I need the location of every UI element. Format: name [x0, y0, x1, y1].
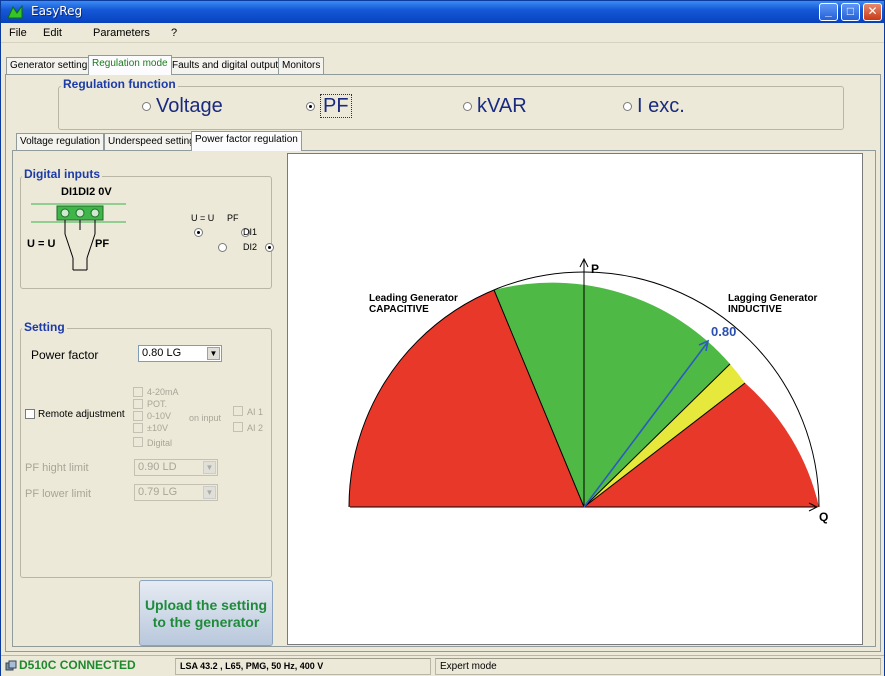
input-0-10v-label: 0-10V [147, 411, 172, 421]
tab-underspeed-setting[interactable]: Underspeed setting [104, 133, 199, 151]
input-4-20ma-label: 4-20mA [147, 387, 179, 397]
pf-diagram-panel: P Q Leading Generator CAPACITIVE Lagging… [287, 153, 863, 645]
input-pot-checkbox[interactable] [133, 399, 143, 409]
ai2-checkbox[interactable] [233, 422, 243, 432]
tab-power-factor-regulation[interactable]: Power factor regulation [191, 131, 302, 151]
on-input-label: on input [189, 413, 222, 423]
upload-button[interactable]: Upload the setting to the generator [139, 580, 273, 646]
pf-lower-limit-label: PF lower limit [25, 488, 92, 500]
radio-kvar-label: kVAR [477, 95, 527, 117]
leading-title: Leading Generator [369, 293, 458, 304]
input-4-20ma-checkbox[interactable] [133, 387, 143, 397]
pf-high-limit-value: 0.90 LD [138, 461, 177, 473]
radio-kvar[interactable]: kVAR [463, 95, 527, 118]
status-connection-text: D510C CONNECTED [19, 658, 136, 672]
di1-radio-u[interactable] [194, 227, 203, 237]
radio-pf-label: PF [320, 94, 352, 118]
input-pm10v-checkbox[interactable] [133, 423, 143, 433]
chevron-down-icon: ▼ [203, 486, 216, 499]
radio-pf-indicator[interactable] [306, 102, 315, 112]
pf-lower-limit-value: 0.79 LG [138, 486, 178, 498]
chevron-down-icon: ▼ [203, 461, 216, 474]
status-connection: D510C CONNECTED [15, 658, 175, 675]
axis-q-label: Q [819, 510, 829, 524]
tab-regulation-mode[interactable]: Regulation mode [88, 55, 172, 75]
radio-iexc-label: I exc. [637, 95, 685, 117]
di2-radio-u[interactable] [218, 242, 228, 252]
title-bar: EasyReg _ □ ✕ [1, 1, 884, 23]
remote-adjustment-label: Remote adjustment [38, 409, 125, 420]
minimize-button[interactable]: _ [819, 3, 838, 21]
upload-button-label-2: to the generator [152, 614, 260, 630]
status-generator: LSA 43.2 , L65, PMG, 50 Hz, 400 V [175, 658, 431, 675]
radio-iexc-indicator[interactable] [623, 102, 632, 112]
radio-pf[interactable]: PF [306, 94, 352, 118]
pf-value-label: 0.80 [711, 324, 737, 339]
power-factor-value: 0.80 LG [142, 347, 182, 359]
input-pm10v-label: ±10V [147, 423, 168, 433]
axis-p-label: P [591, 262, 600, 276]
window-title: EasyReg [31, 4, 83, 18]
pf-diagram [348, 257, 820, 512]
status-mode: Expert mode [435, 658, 881, 675]
terminal-label: DI1DI2 0V [61, 186, 112, 198]
regulation-function-title: Regulation function [61, 77, 178, 91]
input-0-10v-checkbox[interactable] [133, 411, 143, 421]
input-digital-checkbox[interactable] [133, 437, 143, 447]
lagging-title: Lagging Generator [728, 293, 818, 304]
radio-kvar-indicator[interactable] [463, 102, 472, 112]
tab-generator-setting[interactable]: Generator setting [6, 57, 92, 75]
tab-faults-digital-outputs[interactable]: Faults and digital outputs [168, 57, 288, 75]
radio-voltage-label: Voltage [156, 95, 223, 117]
ai1-label: AI 1 [247, 407, 264, 417]
app-window: EasyReg _ □ ✕ File Edit Parameters ? Gen… [0, 0, 885, 676]
leading-subtitle: CAPACITIVE [369, 304, 429, 315]
upload-button-label-1: Upload the setting [144, 597, 268, 613]
menu-bar: File Edit Parameters ? [1, 23, 884, 43]
status-bar: D510C CONNECTED LSA 43.2 , L65, PMG, 50 … [1, 655, 884, 676]
tab-voltage-regulation[interactable]: Voltage regulation [16, 133, 105, 151]
app-logo-icon [7, 4, 23, 19]
power-factor-dropdown[interactable]: 0.80 LG ▼ [138, 345, 222, 362]
lagging-subtitle: INDUCTIVE [728, 304, 782, 315]
setting-group [20, 328, 272, 578]
tab-monitors[interactable]: Monitors [278, 57, 325, 75]
ai1-checkbox[interactable] [233, 406, 243, 416]
menu-edit[interactable]: Edit [43, 27, 62, 39]
radio-voltage[interactable]: Voltage [142, 95, 223, 118]
close-button[interactable]: ✕ [863, 3, 882, 21]
di2-radio-pf[interactable] [265, 242, 275, 252]
input-digital-label: Digital [147, 438, 173, 448]
status-mode-text: Expert mode [440, 661, 497, 672]
ai2-label: AI 2 [247, 423, 264, 433]
input-pot-label: POT. [147, 399, 168, 409]
di-col-header-pf: PF [227, 213, 239, 223]
switch-label-pf: PF [95, 238, 110, 250]
digital-inputs-title: Digital inputs [22, 167, 102, 181]
power-factor-label: Power factor [31, 348, 99, 362]
radio-voltage-indicator[interactable] [142, 102, 151, 112]
status-generator-text: LSA 43.2 , L65, PMG, 50 Hz, 400 V [180, 661, 324, 671]
setting-title: Setting [22, 320, 67, 334]
di1-label: DI1 [243, 227, 258, 237]
menu-file[interactable]: File [9, 27, 27, 39]
radio-iexc[interactable]: I exc. [623, 95, 685, 118]
di-col-header-u: U = U [191, 213, 215, 223]
pf-lower-limit-dropdown[interactable]: 0.79 LG ▼ [134, 484, 218, 501]
pf-high-limit-dropdown[interactable]: 0.90 LD ▼ [134, 459, 218, 476]
maximize-button[interactable]: □ [841, 3, 860, 21]
menu-help[interactable]: ? [171, 27, 177, 39]
pf-high-limit-label: PF hight limit [25, 462, 89, 474]
switch-label-u: U = U [27, 238, 56, 250]
remote-adjustment-checkbox[interactable] [25, 409, 35, 419]
di2-label: DI2 [243, 242, 258, 252]
chevron-down-icon: ▼ [207, 347, 220, 360]
menu-parameters[interactable]: Parameters [93, 27, 150, 39]
